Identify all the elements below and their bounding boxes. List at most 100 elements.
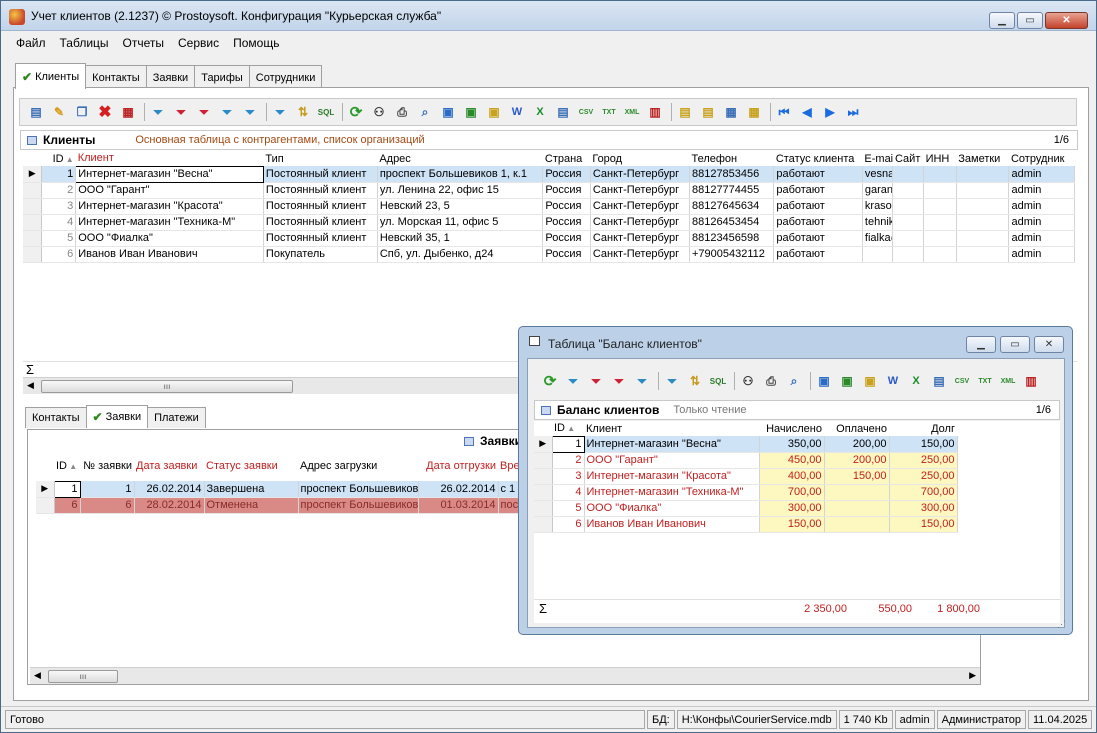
col-status[interactable]: Статус клиента: [773, 151, 863, 166]
cell[interactable]: 250,00: [889, 452, 958, 469]
cell[interactable]: Россия: [542, 166, 591, 183]
cell[interactable]: 6: [41, 246, 77, 263]
col-type[interactable]: Тип: [263, 151, 378, 166]
cell[interactable]: 450,00: [759, 452, 825, 469]
cell[interactable]: Постоянный клиент: [263, 230, 378, 247]
subtab-orders[interactable]: ✔ Заявки: [85, 405, 149, 428]
cell[interactable]: 3: [552, 468, 585, 485]
export-pdf-icon[interactable]: ▣: [484, 102, 504, 122]
cell[interactable]: Интернет-магазин "Техника-М": [75, 214, 264, 231]
excel-icon[interactable]: X: [906, 371, 926, 391]
filter-save-icon[interactable]: ⏷: [270, 102, 290, 122]
filter-remove-icon[interactable]: ⏷: [194, 102, 214, 122]
sql-icon[interactable]: SQL: [316, 102, 336, 122]
csv-icon[interactable]: CSV: [952, 371, 972, 391]
export-html-icon[interactable]: ▤: [553, 102, 573, 122]
cell[interactable]: Невский 23, 5: [377, 198, 544, 215]
cell[interactable]: ООО "Фиалка": [584, 500, 760, 517]
orders-hscrollbar[interactable]: ◀ ııı ▶: [30, 667, 980, 684]
cell[interactable]: Санкт-Петербург: [590, 214, 690, 231]
cell[interactable]: 1: [53, 480, 81, 498]
cell[interactable]: [923, 214, 957, 231]
cell[interactable]: 88127774455: [689, 182, 775, 199]
cell[interactable]: 200,00: [824, 452, 890, 469]
cell[interactable]: Покупатель: [263, 246, 378, 263]
filter-save-icon[interactable]: ⏷: [662, 371, 682, 391]
cell[interactable]: 3: [41, 198, 77, 215]
cell[interactable]: 200,00: [824, 436, 890, 453]
word-icon[interactable]: W: [507, 102, 527, 122]
cell[interactable]: [824, 516, 890, 533]
export-pdf-icon[interactable]: ▣: [860, 371, 880, 391]
scroll-thumb[interactable]: ııı: [48, 670, 118, 683]
menu-tables[interactable]: Таблицы: [53, 36, 116, 50]
cell[interactable]: 6: [54, 497, 81, 514]
cell[interactable]: Иванов Иван Иванович: [584, 516, 760, 533]
menu-file[interactable]: Файл: [9, 36, 53, 50]
col-email[interactable]: E-mail: [862, 151, 893, 166]
sort-icon[interactable]: ⇅: [685, 371, 705, 391]
first-record-icon[interactable]: ⏮: [774, 102, 794, 122]
cell[interactable]: 150,00: [889, 516, 958, 533]
col-order-no[interactable]: № заявки: [80, 458, 134, 473]
cell[interactable]: admin: [1008, 230, 1075, 247]
cell[interactable]: Россия: [542, 198, 591, 215]
cell[interactable]: 150,00: [824, 468, 890, 485]
col-order-date[interactable]: Дата заявки: [134, 458, 204, 473]
cell[interactable]: admin: [1008, 214, 1075, 231]
cell[interactable]: 700,00: [759, 484, 825, 501]
table-settings-icon[interactable]: ▦: [721, 102, 741, 122]
new-record-icon[interactable]: ▤: [26, 102, 46, 122]
cell[interactable]: пос: [498, 497, 521, 514]
chart-icon[interactable]: ▥: [1021, 371, 1041, 391]
cell[interactable]: работают: [773, 166, 863, 183]
cell[interactable]: fialka@mail.ru: [862, 230, 894, 247]
cell[interactable]: Невский 35, 1: [377, 230, 544, 247]
cell[interactable]: [892, 182, 925, 199]
table-row[interactable]: 6 Иванов Иван Иванович Покупатель Спб, у…: [23, 246, 1075, 263]
cell[interactable]: [923, 182, 957, 199]
filter-edit-icon[interactable]: ⏷: [217, 102, 237, 122]
delete-all-icon[interactable]: ▦: [118, 102, 138, 122]
maximize-button[interactable]: ▭: [1017, 12, 1043, 29]
table-row[interactable]: ▶ 1 Интернет-магазин "Весна" Постоянный …: [23, 165, 1075, 183]
minimize-button[interactable]: ▁: [989, 12, 1015, 29]
cell[interactable]: krasota@mail.ru: [862, 198, 894, 215]
cell[interactable]: Санкт-Петербург: [590, 246, 690, 263]
cell[interactable]: 1: [551, 435, 585, 453]
cell[interactable]: admin: [1008, 246, 1075, 263]
prev-record-icon[interactable]: ◀: [797, 102, 817, 122]
cell[interactable]: garant@mail.ru: [862, 182, 894, 199]
col-id[interactable]: ID ▲: [54, 458, 80, 473]
subtab-payments[interactable]: Платежи: [147, 407, 206, 428]
col-address[interactable]: Адрес: [377, 151, 543, 166]
filter-clear-icon[interactable]: ⏷: [171, 102, 191, 122]
col-debt[interactable]: Долг: [889, 421, 957, 436]
txt-icon[interactable]: TXT: [975, 371, 995, 391]
cell[interactable]: 2: [41, 182, 77, 199]
cell[interactable]: Россия: [542, 182, 591, 199]
col-id[interactable]: ID ▲: [41, 151, 76, 166]
col-ship-date[interactable]: Дата отгрузки: [418, 458, 498, 473]
cell[interactable]: +79005432112: [689, 246, 775, 263]
cell[interactable]: [824, 500, 890, 517]
cell[interactable]: 4: [552, 484, 585, 501]
cell[interactable]: 6: [552, 516, 585, 533]
chart-icon[interactable]: ▥: [645, 102, 665, 122]
cell[interactable]: Спб, ул. Дыбенко, д24: [377, 246, 544, 263]
cell[interactable]: работают: [773, 246, 863, 263]
scroll-thumb[interactable]: ııı: [41, 380, 293, 393]
cell[interactable]: Россия: [542, 214, 591, 231]
table-row[interactable]: ▶ 1 1 26.02.2014 Завершена проспект Боль…: [36, 480, 521, 498]
cell[interactable]: [956, 198, 1010, 215]
resize-grip-icon[interactable]: ⋰: [1057, 619, 1066, 630]
word-icon[interactable]: W: [883, 371, 903, 391]
tab-clients[interactable]: ✔ Клиенты: [15, 63, 87, 89]
balance-grid[interactable]: ID ▲ Клиент Начислено Оплачено Долг ▶ 1 …: [534, 421, 1060, 623]
cell[interactable]: [956, 214, 1010, 231]
copy-icon[interactable]: ❐: [72, 102, 92, 122]
cell[interactable]: с 1: [498, 481, 521, 498]
export-excel-icon[interactable]: ▣: [461, 102, 481, 122]
cell[interactable]: admin: [1008, 182, 1075, 199]
cell[interactable]: Постоянный клиент: [263, 166, 378, 183]
